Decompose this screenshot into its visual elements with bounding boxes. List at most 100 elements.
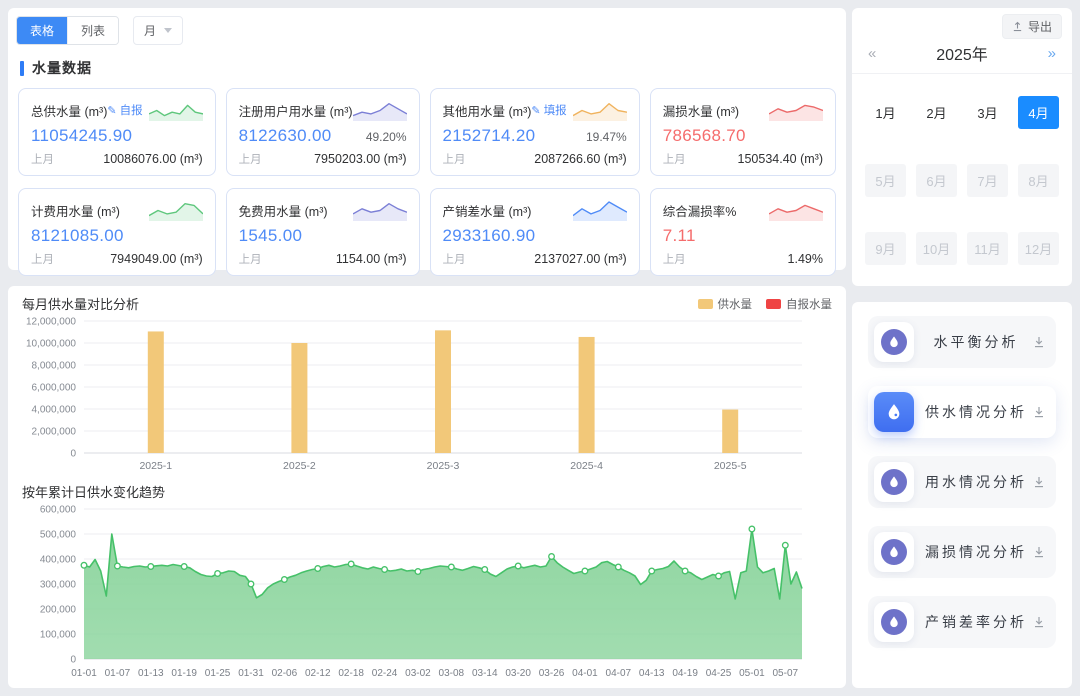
card-title: 免费用水量 (m³) xyxy=(239,201,328,220)
card-report-tag[interactable]: ✎ 自报 xyxy=(107,102,142,118)
month-cell-9: 9月 xyxy=(865,232,906,265)
svg-text:03-26: 03-26 xyxy=(539,668,565,679)
stat-card: 总供水量 (m³)✎ 自报11054245.90上月10086076.00 (m… xyxy=(18,88,216,176)
chevron-right-icon[interactable]: » xyxy=(1046,45,1058,62)
svg-text:05-07: 05-07 xyxy=(773,668,799,679)
svg-text:03-20: 03-20 xyxy=(505,668,531,679)
card-value: 2933160.90 xyxy=(443,226,536,246)
svg-text:2025-3: 2025-3 xyxy=(427,460,460,472)
card-sparkline xyxy=(149,99,203,121)
svg-text:01-13: 01-13 xyxy=(138,668,164,679)
card-title: 综合漏损率% xyxy=(663,201,737,220)
month-cell-6: 6月 xyxy=(916,164,957,197)
chevron-left-icon[interactable]: « xyxy=(866,45,878,62)
stat-card: 其他用水量 (m³)✎ 填报2152714.2019.47%上月2087266.… xyxy=(430,88,640,176)
month-cell-3[interactable]: 3月 xyxy=(967,96,1008,129)
stat-card: 综合漏损率%7.11上月1.49% xyxy=(650,188,836,276)
download-icon[interactable] xyxy=(1032,335,1046,349)
prev-month-value: 1.49% xyxy=(788,252,823,266)
stat-cards-grid: 总供水量 (m³)✎ 自报11054245.90上月10086076.00 (m… xyxy=(8,88,846,276)
card-value: 8122630.00 xyxy=(239,126,332,146)
month-cell-2[interactable]: 2月 xyxy=(916,96,957,129)
card-value: 786568.70 xyxy=(663,126,746,146)
svg-text:12,000,000: 12,000,000 xyxy=(26,317,76,328)
year-navigator: « 2025年 » xyxy=(852,39,1072,74)
tab-table[interactable]: 表格 xyxy=(17,17,67,44)
prev-month-value: 2137027.00 (m³) xyxy=(534,252,626,266)
stat-card: 计费用水量 (m³)8121085.00上月7949049.00 (m³) xyxy=(18,188,216,276)
card-title: 计费用水量 (m³) xyxy=(31,201,120,220)
card-value: 2152714.20 xyxy=(443,126,536,146)
stat-card: 免费用水量 (m³)1545.00上月1154.00 (m³) xyxy=(226,188,420,276)
download-icon[interactable] xyxy=(1032,405,1046,419)
stats-panel: 表格 列表 月 水量数据 总供水量 (m³)✎ 自报11054245.90上月1… xyxy=(8,8,846,270)
month-cell-7: 7月 xyxy=(967,164,1008,197)
water-drop-icon xyxy=(874,602,914,642)
analysis-label: 产销差率分析 xyxy=(920,612,1032,632)
card-value: 1545.00 xyxy=(239,226,303,246)
card-percent: 19.47% xyxy=(586,130,627,144)
svg-text:0: 0 xyxy=(70,449,76,460)
charts-panel: 每月供水量对比分析 供水量自报水量 02,000,0004,000,0006,0… xyxy=(8,286,846,688)
page-title: 水量数据 xyxy=(20,58,846,78)
water-drop-icon xyxy=(874,392,914,432)
bar-chart-title: 每月供水量对比分析 xyxy=(22,294,139,313)
month-cell-1[interactable]: 1月 xyxy=(865,96,906,129)
daily-supply-area-chart: 0100,000200,000300,000400,000500,000600,… xyxy=(22,501,832,683)
svg-text:4,000,000: 4,000,000 xyxy=(32,405,77,416)
card-title: 注册用户用水量 (m³) xyxy=(239,101,353,120)
card-sparkline xyxy=(573,99,627,121)
svg-text:2025-2: 2025-2 xyxy=(283,460,316,472)
export-icon xyxy=(1012,21,1023,32)
analysis-label: 漏损情况分析 xyxy=(920,542,1032,562)
svg-text:03-02: 03-02 xyxy=(405,668,431,679)
svg-text:04-13: 04-13 xyxy=(639,668,665,679)
analysis-label: 水平衡分析 xyxy=(920,332,1032,352)
svg-text:300,000: 300,000 xyxy=(40,580,77,591)
legend-swatch xyxy=(698,299,713,309)
analysis-item-5[interactable]: 产销差率分析 xyxy=(868,596,1056,648)
svg-text:02-06: 02-06 xyxy=(272,668,298,679)
svg-text:8,000,000: 8,000,000 xyxy=(32,361,77,372)
card-percent: 49.20% xyxy=(366,130,407,144)
prev-month-label: 上月 xyxy=(239,151,262,167)
prev-month-label: 上月 xyxy=(31,151,54,167)
stat-card: 注册用户用水量 (m³)8122630.0049.20%上月7950203.00… xyxy=(226,88,420,176)
analysis-item-2[interactable]: 供水情况分析 xyxy=(868,386,1056,438)
view-tab-group: 表格 列表 xyxy=(16,16,119,45)
area-chart-header: 按年累计日供水变化趋势 xyxy=(22,482,832,501)
analysis-panel: 水平衡分析供水情况分析用水情况分析漏损情况分析产销差率分析 xyxy=(852,302,1072,688)
download-icon[interactable] xyxy=(1032,545,1046,559)
svg-text:2025-5: 2025-5 xyxy=(714,460,747,472)
months-grid: 1月2月3月4月5月6月7月8月9月10月11月12月 xyxy=(852,74,1072,265)
legend-item[interactable]: 供水量 xyxy=(698,296,753,312)
analysis-item-4[interactable]: 漏损情况分析 xyxy=(868,526,1056,578)
svg-text:03-08: 03-08 xyxy=(439,668,465,679)
analysis-label: 供水情况分析 xyxy=(920,402,1032,422)
prev-month-label: 上月 xyxy=(443,151,466,167)
card-report-tag[interactable]: ✎ 填报 xyxy=(531,102,566,118)
bar-chart-legend: 供水量自报水量 xyxy=(698,296,833,312)
prev-month-label: 上月 xyxy=(31,251,54,267)
svg-text:01-25: 01-25 xyxy=(205,668,231,679)
chevron-down-icon xyxy=(164,28,172,33)
card-title: 漏损水量 (m³) xyxy=(663,101,739,120)
analysis-item-1[interactable]: 水平衡分析 xyxy=(868,316,1056,368)
analysis-label: 用水情况分析 xyxy=(920,472,1032,492)
download-icon[interactable] xyxy=(1032,475,1046,489)
legend-item[interactable]: 自报水量 xyxy=(766,296,832,312)
prev-month-label: 上月 xyxy=(443,251,466,267)
analysis-item-3[interactable]: 用水情况分析 xyxy=(868,456,1056,508)
card-sparkline xyxy=(149,199,203,221)
download-icon[interactable] xyxy=(1032,615,1046,629)
svg-text:2,000,000: 2,000,000 xyxy=(32,427,77,438)
period-select[interactable]: 月 xyxy=(133,16,183,45)
svg-text:02-18: 02-18 xyxy=(338,668,364,679)
month-cell-4[interactable]: 4月 xyxy=(1018,96,1059,129)
tab-list[interactable]: 列表 xyxy=(67,17,118,44)
month-cell-11: 11月 xyxy=(967,232,1008,265)
export-button[interactable]: 导出 xyxy=(1002,14,1062,39)
area-chart-title: 按年累计日供水变化趋势 xyxy=(22,482,165,501)
stat-card: 漏损水量 (m³)786568.70上月150534.40 (m³) xyxy=(650,88,836,176)
prev-month-label: 上月 xyxy=(663,251,686,267)
